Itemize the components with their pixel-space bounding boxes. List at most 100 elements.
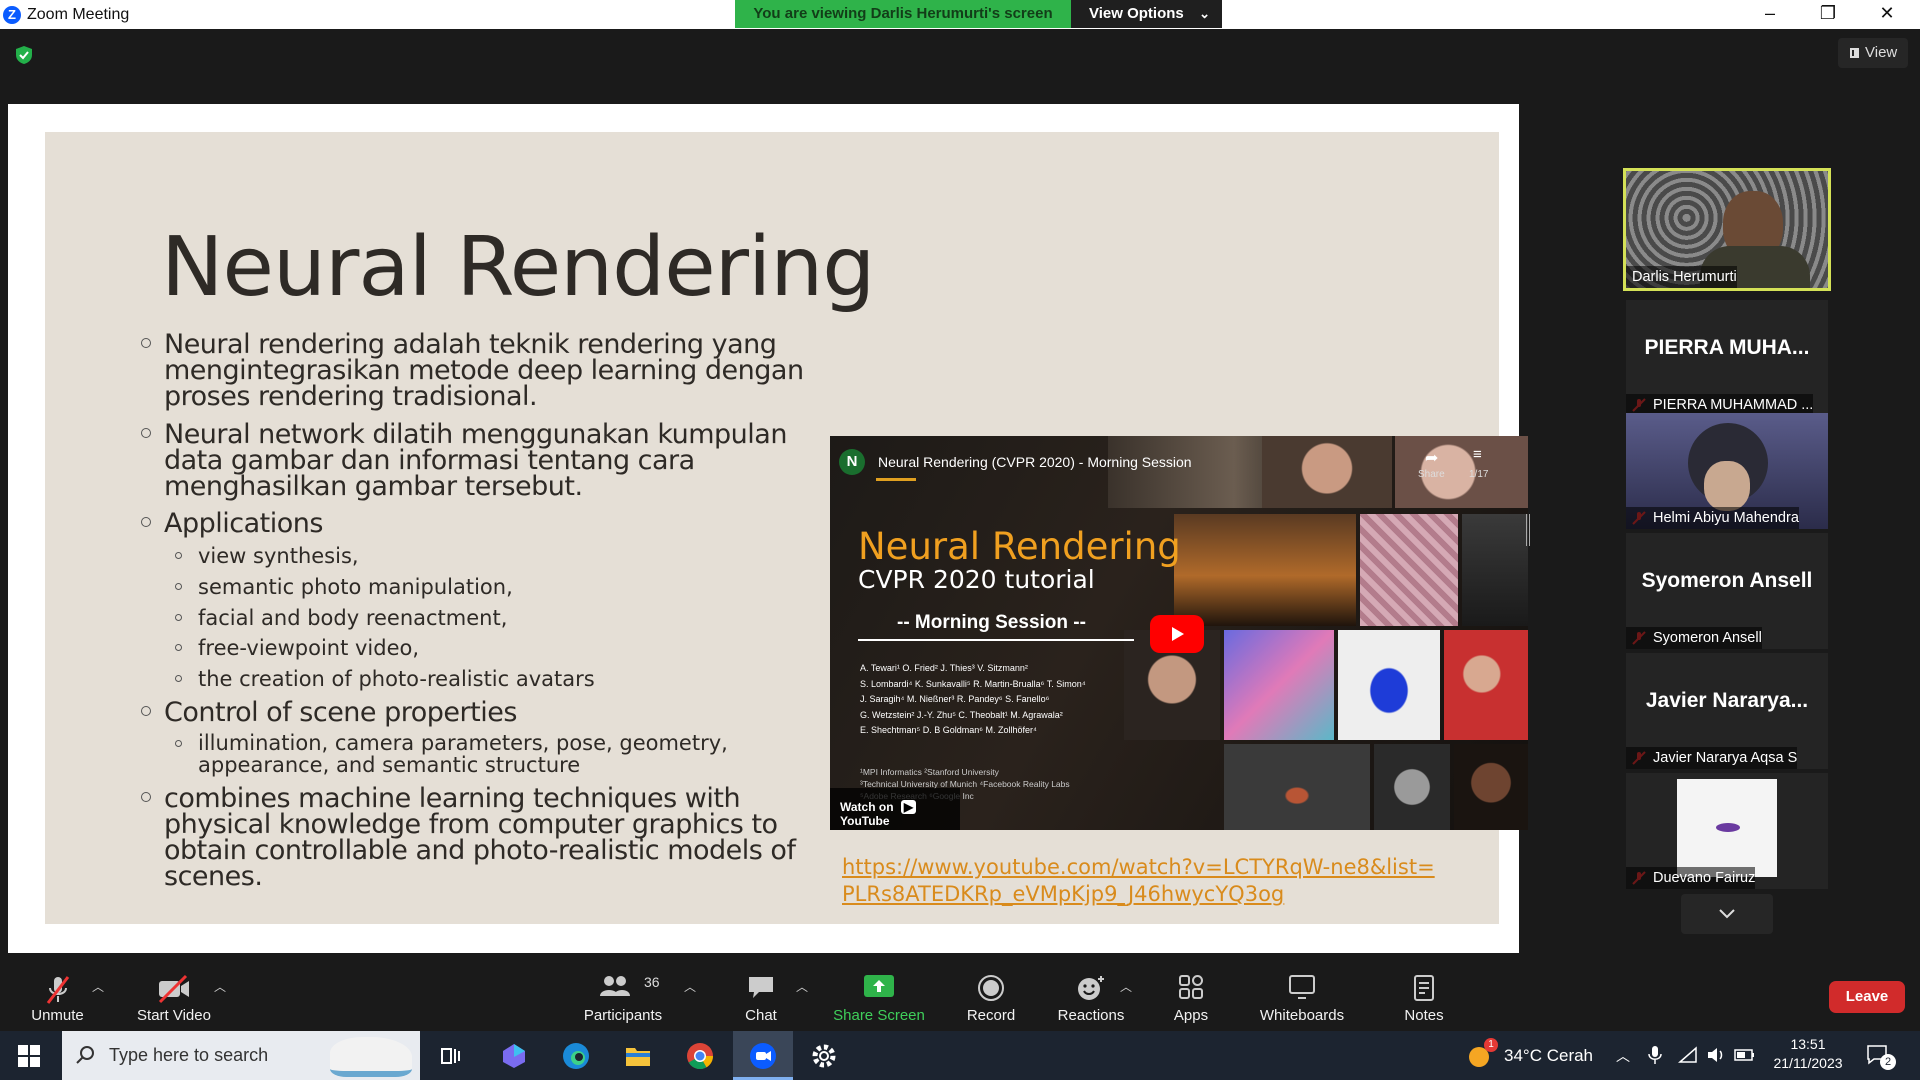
reactions-label: Reactions	[1057, 1007, 1125, 1024]
participant-tile-active-speaker[interactable]: Darlis Herumurti	[1623, 168, 1831, 291]
bullet-icon	[141, 428, 151, 438]
resize-handle[interactable]	[1526, 514, 1530, 546]
sub-bullet-icon	[175, 675, 182, 682]
participant-count: 36	[644, 974, 660, 990]
participant-tile[interactable]: Syomeron Ansell Syomeron Ansell	[1626, 533, 1828, 649]
bullet-line: Applications	[164, 508, 323, 539]
clock[interactable]: 13:51 21/11/2023	[1768, 1031, 1848, 1080]
video-person-thumbnail	[1462, 514, 1528, 626]
zoom-taskbar-button[interactable]	[733, 1031, 793, 1080]
restore-button[interactable]: ❐	[1805, 0, 1851, 29]
author-line: G. Wetzstein² J.-Y. Zhu⁵ C. Theobalt¹ M.…	[860, 709, 1063, 720]
wifi-icon[interactable]	[1678, 1045, 1698, 1080]
search-icon	[76, 1046, 94, 1064]
watch-on-youtube-button[interactable]: Watch on ▶ YouTube	[830, 788, 960, 830]
share-screen-label: Share Screen	[833, 1007, 925, 1024]
minimize-button[interactable]: –	[1747, 0, 1793, 29]
chat-button[interactable]: Chat	[730, 956, 792, 1031]
participant-video	[1716, 823, 1740, 832]
record-button[interactable]: Record	[960, 956, 1022, 1031]
smiley-icon	[1078, 976, 1104, 1000]
sub-bullet-text: appearance, and semantic structure	[198, 753, 581, 777]
windows-start-icon[interactable]	[18, 1045, 40, 1067]
microphone-tray-icon[interactable]	[1648, 1045, 1662, 1080]
reactions-caret-icon[interactable]: ︿	[1120, 978, 1132, 994]
clock-date: 21/11/2023	[1773, 1055, 1843, 1071]
participant-display-name: PIERRA MUHA...	[1644, 336, 1810, 359]
video-subheading: CVPR 2020 tutorial	[858, 565, 1095, 594]
notes-icon	[1414, 975, 1434, 1001]
start-video-button[interactable]: Start Video	[130, 956, 218, 1031]
youtube-video-embed[interactable]: N Neural Rendering (CVPR 2020) - Morning…	[830, 436, 1528, 830]
participant-tile[interactable]: Helmi Abiyu Mahendra	[1626, 413, 1828, 529]
sub-bullet: illumination, camera parameters, pose, g…	[175, 732, 728, 776]
leave-button[interactable]: Leave	[1829, 981, 1905, 1013]
grid-view-icon	[1850, 48, 1859, 58]
affiliation-line: ¹MPI Informatics ²Stanford University	[860, 767, 999, 777]
author-line: J. Saragih⁴ M. Nießner³ R. Pandey⁶ S. Fa…	[860, 694, 1050, 704]
participant-tile[interactable]: Javier Nararya... Javier Nararya Aqsa S	[1626, 653, 1828, 769]
share-label: Share	[1418, 469, 1445, 480]
copilot-icon[interactable]	[498, 1040, 530, 1072]
notification-center-button[interactable]: 2	[1866, 1044, 1896, 1080]
reactions-button[interactable]: Reactions	[1051, 956, 1131, 1031]
playlist-icon[interactable]: ≡	[1473, 446, 1482, 463]
play-icon	[1172, 627, 1184, 641]
participants-caret-icon[interactable]: ︿	[684, 978, 696, 994]
file-explorer-icon[interactable]	[622, 1040, 654, 1072]
apps-icon	[1179, 975, 1203, 999]
taskbar-search-box[interactable]: Type here to search	[62, 1031, 420, 1080]
youtube-link[interactable]: https://www.youtube.com/watch?v=LCTYRqW-…	[842, 854, 1442, 908]
video-title[interactable]: Neural Rendering (CVPR 2020) - Morning S…	[878, 454, 1192, 470]
encryption-shield-icon[interactable]	[15, 45, 33, 65]
search-placeholder: Type here to search	[109, 1045, 269, 1065]
watch-on-label: Watch on	[840, 800, 894, 814]
whiteboards-button[interactable]: Whiteboards	[1252, 956, 1352, 1031]
close-button[interactable]: ✕	[1864, 0, 1910, 29]
participant-name: Helmi Abiyu Mahendra	[1626, 507, 1799, 529]
share-arrow-icon[interactable]: ➦	[1425, 448, 1438, 468]
chat-caret-icon[interactable]: ︿	[796, 978, 808, 994]
sub-bullet: semantic photo manipulation,	[175, 575, 513, 599]
play-button[interactable]	[1150, 615, 1204, 653]
sub-bullet-text: free-viewpoint video,	[198, 636, 420, 660]
viewing-banner: You are viewing Darlis Herumurti's scree…	[735, 0, 1222, 28]
record-label: Record	[966, 1007, 1016, 1024]
unmute-button[interactable]: Unmute	[20, 956, 95, 1031]
video-face-thumbnail	[1262, 436, 1392, 508]
zoom-app-icon	[750, 1043, 776, 1069]
participant-name: Syomeron Ansell	[1626, 627, 1762, 649]
notes-button[interactable]: Notes	[1393, 956, 1455, 1031]
author-line: E. Shechtman⁵ D. B Goldman⁶ M. Zollhöfer…	[860, 725, 1037, 735]
volume-icon[interactable]	[1706, 1045, 1726, 1080]
participant-tile[interactable]: Duevano Fairuz	[1626, 773, 1828, 889]
video-face-thumbnail	[1454, 744, 1528, 830]
edge-browser-icon[interactable]	[560, 1040, 592, 1072]
video-options-caret-icon[interactable]: ︿	[214, 978, 226, 994]
view-button[interactable]: View	[1838, 38, 1908, 68]
shared-screen: Neural Rendering Neural rendering adalah…	[8, 104, 1530, 953]
show-hidden-icons-icon[interactable]: ︿	[1616, 1046, 1630, 1080]
battery-icon[interactable]	[1734, 1047, 1756, 1080]
chrome-browser-icon[interactable]	[684, 1040, 716, 1072]
channel-avatar[interactable]: N	[839, 449, 865, 475]
audio-options-caret-icon[interactable]: ︿	[92, 978, 104, 994]
notification-count: 2	[1880, 1054, 1896, 1070]
video-sunset-thumbnail	[1174, 514, 1356, 626]
apps-button[interactable]: Apps	[1160, 956, 1222, 1031]
window-title: Zoom Meeting	[27, 6, 130, 23]
gallery-scroll-down-button[interactable]	[1681, 894, 1773, 934]
video-divider	[858, 639, 1134, 641]
settings-gear-icon[interactable]	[808, 1040, 840, 1072]
participant-name: Duevano Fairuz	[1626, 867, 1756, 889]
chat-bubble-icon	[749, 977, 773, 998]
slide-title: Neural Rendering	[161, 220, 875, 315]
view-options-button[interactable]: View Options ⌄	[1071, 0, 1222, 28]
participants-button[interactable]: 36 Participants	[578, 956, 668, 1031]
bullet-icon	[141, 338, 151, 348]
participant-tile[interactable]: PIERRA MUHA... PIERRA MUHAMMAD ...	[1626, 300, 1828, 416]
sub-bullet-text: semantic photo manipulation,	[198, 575, 513, 599]
bullet-icon	[141, 517, 151, 527]
task-view-icon[interactable]	[434, 1040, 466, 1072]
share-screen-button[interactable]: Share Screen	[828, 956, 930, 1031]
